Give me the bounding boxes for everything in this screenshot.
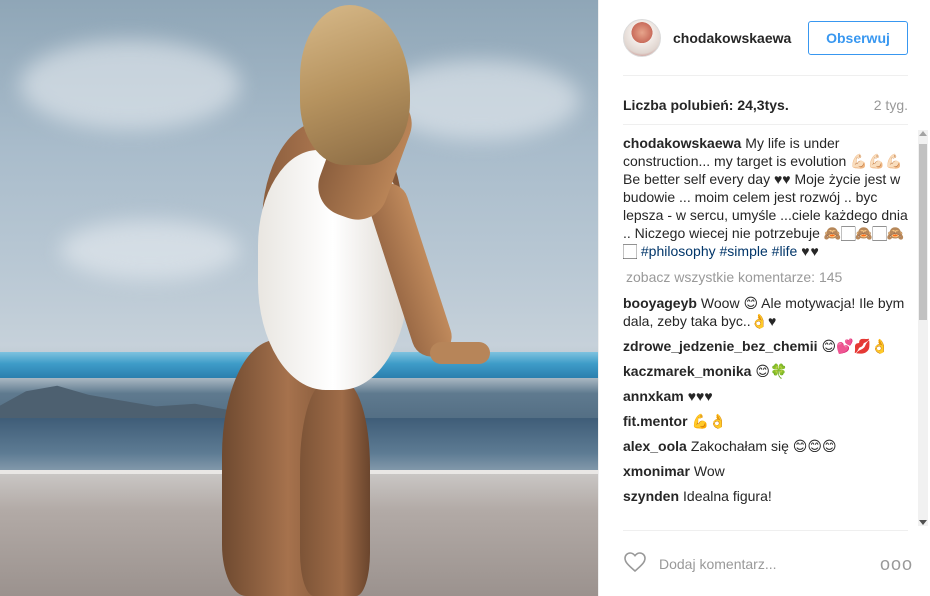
caption: chodakowskaewa My life is under construct… — [623, 134, 913, 260]
comment-actions-bar: ooo — [623, 548, 913, 580]
heart-icon[interactable] — [623, 550, 647, 579]
comment-username[interactable]: zdrowe_jedzenie_bez_chemii — [623, 338, 818, 354]
image-mountains — [0, 385, 260, 420]
comment-item: kaczmarek_monika 😊🍀 — [623, 362, 913, 380]
likes-divider — [623, 124, 908, 125]
comment-username[interactable]: alex_oola — [623, 438, 687, 454]
header-username[interactable]: chodakowskaewa — [673, 30, 808, 46]
comment-username[interactable]: kaczmarek_monika — [623, 363, 751, 379]
image-cloud — [20, 40, 240, 130]
hashtag-link[interactable]: #life — [772, 243, 798, 259]
comment-username[interactable]: annxkam — [623, 388, 684, 404]
comments-scrollbar[interactable] — [918, 130, 928, 526]
comment-item: alex_oola Zakochałam się 😊😊😊 — [623, 437, 913, 455]
comment-text: 😊💕💋👌 — [821, 338, 889, 354]
scroll-down-arrow-icon[interactable] — [919, 520, 927, 525]
post-header: chodakowskaewa Obserwuj — [623, 16, 908, 60]
comment-text: Wow — [693, 463, 725, 479]
follow-button[interactable]: Obserwuj — [808, 21, 908, 55]
more-options-icon[interactable]: ooo — [880, 554, 913, 575]
comment-item: fit.mentor 💪👌 — [623, 412, 913, 430]
scrollbar-thumb[interactable] — [919, 144, 927, 320]
hashtag-link[interactable]: #philosophy — [641, 243, 716, 259]
image-figure-hair — [300, 5, 410, 165]
image-figure-leg — [300, 380, 370, 596]
comment-text: ♥♥♥ — [687, 388, 713, 404]
comment-text: Idealna figura! — [683, 488, 772, 504]
caption-text: My life is under construction... my targ… — [623, 135, 908, 259]
hashtag-link[interactable]: #simple — [720, 243, 768, 259]
comment-username[interactable]: szynden — [623, 488, 679, 504]
caption-tail: ♥♥ — [801, 243, 820, 259]
comment-username[interactable]: xmonimar — [623, 463, 690, 479]
caption-username[interactable]: chodakowskaewa — [623, 135, 741, 151]
header-divider — [623, 75, 908, 76]
comment-item: zdrowe_jedzenie_bez_chemii 😊💕💋👌 — [623, 337, 913, 355]
comment-text: Zakochałam się 😊😊😊 — [690, 438, 837, 454]
comment-username[interactable]: fit.mentor — [623, 413, 688, 429]
image-cloud — [60, 220, 240, 280]
comment-item: annxkam ♥♥♥ — [623, 387, 913, 405]
avatar[interactable] — [623, 19, 661, 57]
post-time[interactable]: 2 tyg. — [874, 97, 908, 113]
comment-item: booyageyb Woow 😊 Ale motywacja! Ile bym d… — [623, 294, 913, 330]
comment-item: szynden Idealna figura! — [623, 487, 913, 505]
add-comment-input[interactable] — [659, 552, 880, 576]
post-sidebar: chodakowskaewa Obserwuj Liczba polubień:… — [598, 0, 930, 596]
comment-username[interactable]: booyageyb — [623, 295, 697, 311]
comment-item: xmonimar Wow — [623, 462, 913, 480]
view-all-comments-link[interactable]: zobacz wszystkie komentarze: 145 — [626, 268, 913, 286]
post-image[interactable] — [0, 0, 598, 596]
likes-count[interactable]: Liczba polubień: 24,3tys. — [623, 97, 789, 113]
comment-text: 💪👌 — [691, 413, 727, 429]
likes-row: Liczba polubień: 24,3tys. 2 tyg. — [623, 97, 908, 113]
scroll-up-arrow-icon[interactable] — [919, 131, 927, 136]
comments-divider — [623, 530, 908, 531]
image-figure-hand — [430, 342, 490, 364]
comment-text: 😊🍀 — [755, 363, 788, 379]
comments-list: chodakowskaewa My life is under construct… — [623, 134, 913, 526]
